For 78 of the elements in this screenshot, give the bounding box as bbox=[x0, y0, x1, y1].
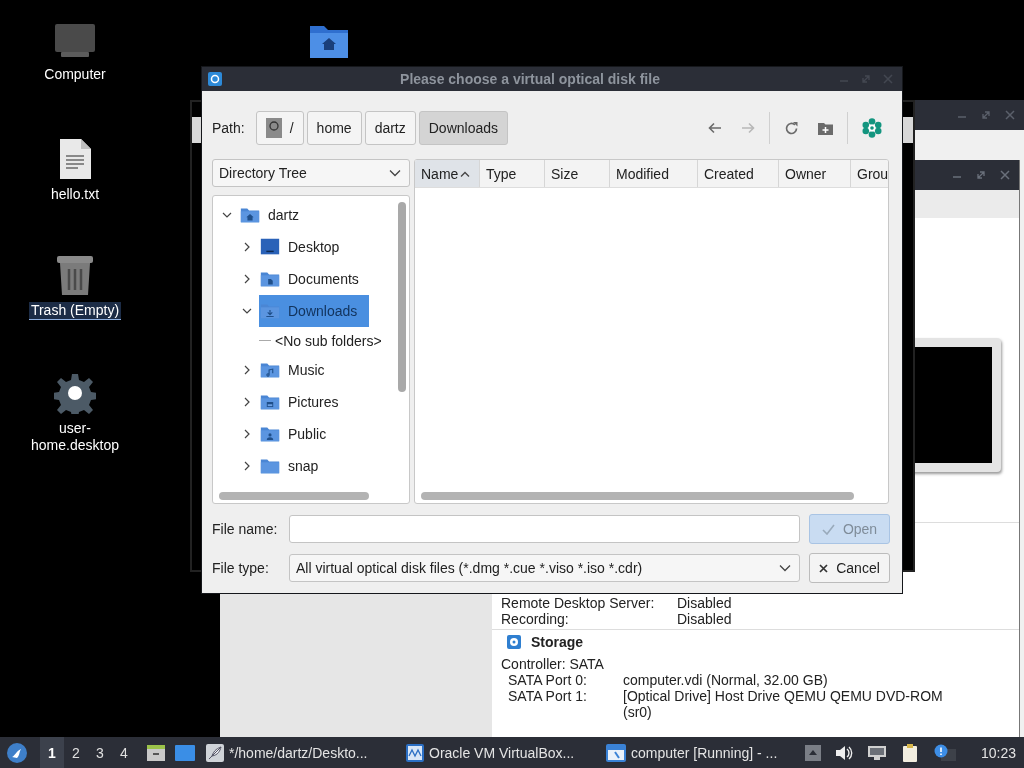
tree-item[interactable]: Documents bbox=[259, 263, 371, 295]
tree-item[interactable]: Pictures bbox=[259, 386, 351, 418]
tree-item[interactable]: Downloads bbox=[259, 295, 370, 327]
maximize-icon[interactable] bbox=[975, 169, 987, 181]
tree-item[interactable]: Public bbox=[259, 418, 339, 450]
checkmark-icon bbox=[821, 523, 835, 535]
file-name-field[interactable] bbox=[289, 515, 800, 543]
tree-item[interactable]: Desktop bbox=[259, 231, 352, 263]
detail-label: SATA Port 1: bbox=[508, 688, 588, 706]
close-icon[interactable] bbox=[999, 169, 1011, 181]
view-mode-dropdown[interactable]: Directory Tree bbox=[212, 159, 410, 187]
path-button[interactable]: dartz bbox=[364, 111, 416, 145]
scrollbar-thumb[interactable] bbox=[219, 492, 369, 500]
icon-label[interactable]: Computer bbox=[42, 66, 108, 83]
column-header[interactable]: Created bbox=[698, 160, 779, 187]
taskbar-task[interactable]: computer [Running] - ... bbox=[604, 737, 794, 768]
detail-value: Disabled bbox=[677, 595, 732, 611]
drive-icon bbox=[265, 118, 282, 138]
workspace-button[interactable]: 1 bbox=[40, 737, 64, 768]
monitor-graph-icon bbox=[406, 743, 424, 762]
icon-label[interactable]: Trash (Empty) bbox=[28, 302, 122, 320]
file-cabinet-icon[interactable] bbox=[146, 743, 166, 762]
volume-icon[interactable] bbox=[834, 744, 853, 761]
path-button[interactable]: home bbox=[306, 111, 362, 145]
field-label: File type: bbox=[212, 560, 270, 576]
text-file-icon bbox=[58, 138, 92, 180]
column-header[interactable]: Name bbox=[415, 160, 480, 187]
maximize-icon[interactable] bbox=[980, 109, 992, 121]
detail-value: [Optical Drive] Host Drive QEMU QEMU DVD-ROM (sr0) bbox=[623, 688, 944, 720]
tree-item[interactable]: dartz bbox=[239, 199, 312, 231]
refresh-icon[interactable] bbox=[784, 120, 799, 136]
back-arrow-icon[interactable] bbox=[708, 122, 722, 134]
trash-icon bbox=[56, 254, 94, 296]
clipboard-icon[interactable] bbox=[900, 742, 919, 763]
tree-item[interactable]: snap bbox=[259, 450, 331, 482]
detail-value: Disabled bbox=[677, 611, 732, 627]
section-title: Storage bbox=[531, 634, 584, 650]
window-title: Please choose a virtual optical disk file bbox=[399, 71, 661, 87]
scrollbar-thumb[interactable] bbox=[421, 492, 854, 500]
start-menu-icon[interactable] bbox=[6, 741, 28, 764]
detail-label: Remote Desktop Server: bbox=[501, 595, 656, 611]
close-icon bbox=[819, 563, 829, 573]
scrollbar-thumb[interactable] bbox=[398, 202, 406, 392]
column-header[interactable]: Size bbox=[545, 160, 610, 187]
empty-folder-note: <No sub folders> bbox=[275, 332, 382, 349]
cancel-button[interactable]: Cancel bbox=[809, 553, 890, 583]
app-icon bbox=[208, 72, 222, 86]
file-type-dropdown[interactable]: All virtual optical disk files (*.dmg *.cue *.viso *.iso *.cdr) bbox=[289, 554, 800, 582]
workspace-button[interactable]: 3 bbox=[88, 737, 112, 768]
taskbar-task[interactable]: */home/dartz/Deskto... bbox=[204, 737, 394, 768]
path-button[interactable]: / bbox=[255, 111, 304, 145]
sort-caret-icon bbox=[460, 169, 471, 178]
icon-label[interactable]: user-home.desktop bbox=[20, 420, 130, 454]
column-header[interactable]: Grou bbox=[851, 160, 888, 187]
clock: 10:23 bbox=[980, 744, 1016, 761]
column-header[interactable]: Type bbox=[480, 160, 545, 187]
icon-label[interactable]: hello.txt bbox=[48, 186, 102, 203]
computer-icon bbox=[53, 22, 97, 60]
field-label: File name: bbox=[212, 521, 279, 537]
path-button[interactable]: Downloads bbox=[418, 111, 508, 145]
detail-label: Controller: SATA bbox=[501, 656, 604, 672]
tree-item[interactable]: Music bbox=[259, 354, 337, 386]
workspace-button[interactable]: 2 bbox=[64, 737, 88, 768]
desktop-icon[interactable] bbox=[174, 743, 196, 762]
taskbar-task[interactable]: Oracle VM VirtualBox... bbox=[404, 737, 594, 768]
network-icon[interactable] bbox=[866, 744, 887, 761]
close-icon[interactable] bbox=[1004, 109, 1016, 121]
notification-icon[interactable] bbox=[932, 743, 957, 762]
workspace-button[interactable]: 4 bbox=[112, 737, 136, 768]
path-label: Path: bbox=[212, 120, 245, 136]
detail-label: Recording: bbox=[501, 611, 570, 627]
feather-icon bbox=[206, 743, 224, 762]
column-header[interactable]: Owner bbox=[779, 160, 851, 187]
window-icon bbox=[606, 743, 626, 762]
detail-label: SATA Port 0: bbox=[508, 672, 588, 688]
column-header[interactable]: Modified bbox=[610, 160, 698, 187]
new-folder-icon[interactable] bbox=[818, 121, 833, 135]
detail-value: computer.vdi (Normal, 32.00 GB) bbox=[623, 672, 829, 688]
